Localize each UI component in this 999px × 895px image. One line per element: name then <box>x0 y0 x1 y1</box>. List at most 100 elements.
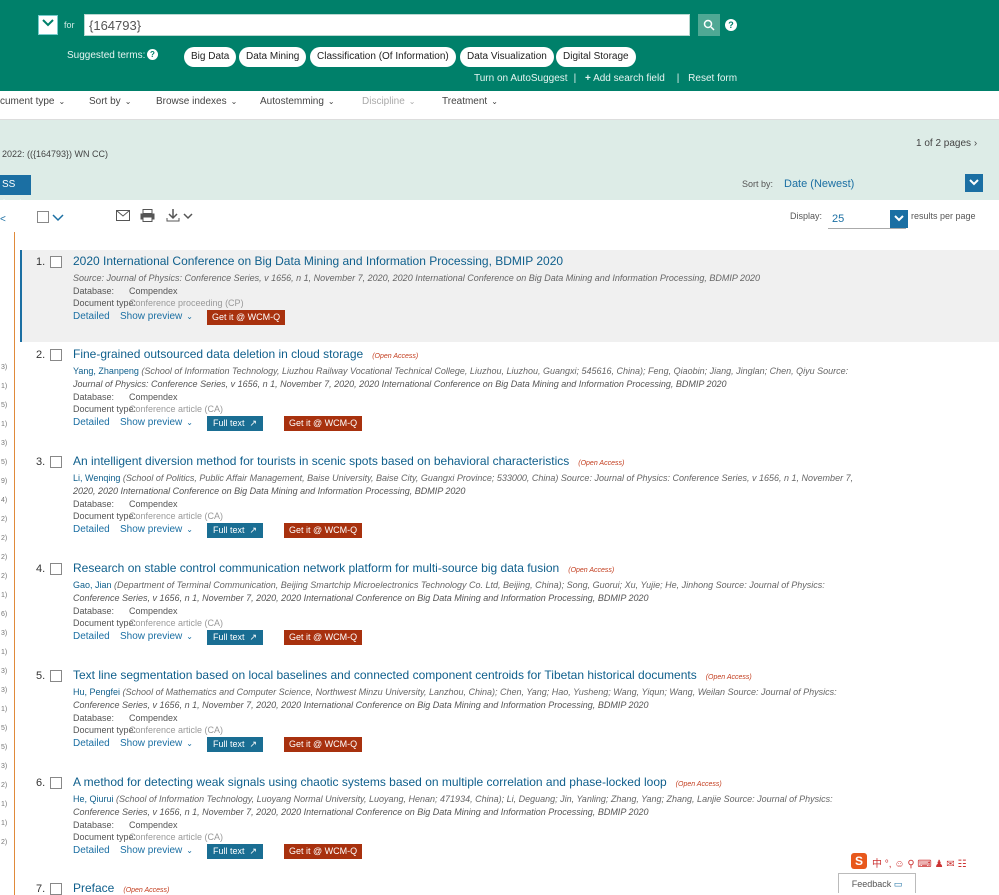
toolbar-dropdown[interactable]: Autostemming ⌄ <box>260 96 335 107</box>
get-it-button[interactable]: Get it @ WCM-Q <box>207 310 286 325</box>
toolbar-dropdown[interactable]: Treatment ⌄ <box>442 96 498 107</box>
sort-value[interactable]: Date (Newest) <box>784 178 854 190</box>
suggested-term-chip[interactable]: Classification (Of Information) <box>310 47 456 67</box>
help-icon[interactable]: ? <box>725 19 737 31</box>
result-first-author[interactable]: Gao, Jian <box>73 580 112 590</box>
full-text-button[interactable]: Full text ↗ <box>207 737 264 752</box>
detailed-link[interactable]: Detailed <box>73 738 110 749</box>
result-checkbox[interactable] <box>50 883 62 895</box>
search-button[interactable] <box>698 14 720 36</box>
result-checkbox[interactable] <box>50 349 62 361</box>
facet-count[interactable]: 6) <box>1 611 7 618</box>
facet-count[interactable]: 3) <box>1 440 7 447</box>
show-preview-link[interactable]: Show preview ⌄ <box>120 311 193 322</box>
suggested-term-chip[interactable]: Digital Storage <box>556 47 636 67</box>
result-checkbox[interactable] <box>50 456 62 468</box>
ime-logo-icon[interactable]: S <box>851 853 867 869</box>
facet-count[interactable]: 1) <box>1 421 7 428</box>
get-it-button[interactable]: Get it @ WCM-Q <box>284 844 363 859</box>
detailed-link[interactable]: Detailed <box>73 311 110 322</box>
facet-count[interactable]: 2) <box>1 573 7 580</box>
display-dropdown[interactable] <box>890 210 908 228</box>
result-title-link[interactable]: Research on stable control communication… <box>73 561 559 575</box>
facet-count[interactable]: 3) <box>1 687 7 694</box>
print-icon[interactable] <box>140 209 155 222</box>
facet-count[interactable]: 2) <box>1 554 7 561</box>
facet-count[interactable]: 1) <box>1 820 7 827</box>
autosuggest-link[interactable]: Turn on AutoSuggest <box>474 73 568 84</box>
facet-count[interactable]: 9) <box>1 478 7 485</box>
page-indicator[interactable]: 1 of 2 pages › <box>916 138 977 149</box>
get-it-button[interactable]: Get it @ WCM-Q <box>284 737 363 752</box>
suggested-term-chip[interactable]: Data Visualization <box>460 47 554 67</box>
result-checkbox[interactable] <box>50 670 62 682</box>
facet-count[interactable]: 3) <box>1 668 7 675</box>
facet-count[interactable]: 5) <box>1 402 7 409</box>
facet-count[interactable]: 5) <box>1 744 7 751</box>
result-first-author[interactable]: Yang, Zhanpeng <box>73 366 139 376</box>
feedback-button[interactable]: Feedback ▭ <box>838 873 916 893</box>
facet-count[interactable]: 2) <box>1 782 7 789</box>
result-first-author[interactable]: Li, Wenqing <box>73 473 120 483</box>
search-field-dropdown[interactable] <box>38 15 58 35</box>
detailed-link[interactable]: Detailed <box>73 417 110 428</box>
suggested-term-chip[interactable]: Data Mining <box>239 47 307 67</box>
facet-count[interactable]: 5) <box>1 459 7 466</box>
get-it-button[interactable]: Get it @ WCM-Q <box>284 630 363 645</box>
facet-count[interactable]: 1) <box>1 649 7 656</box>
reset-form-link[interactable]: Reset form <box>688 73 737 84</box>
chevron-down-icon[interactable] <box>183 213 193 220</box>
result-title-link[interactable]: Fine-grained outsourced data deletion in… <box>73 347 363 361</box>
suggested-term-chip[interactable]: Big Data <box>184 47 237 67</box>
result-first-author[interactable]: Hu, Pengfei <box>73 687 120 697</box>
facet-count[interactable]: 3) <box>1 364 7 371</box>
detailed-link[interactable]: Detailed <box>73 524 110 535</box>
rss-feed-button[interactable]: SS feed <box>0 175 31 210</box>
full-text-button[interactable]: Full text ↗ <box>207 416 264 431</box>
facet-count[interactable]: 1) <box>1 592 7 599</box>
email-icon[interactable] <box>116 210 130 221</box>
detailed-link[interactable]: Detailed <box>73 631 110 642</box>
result-first-author[interactable]: He, Qiurui <box>73 794 114 804</box>
result-title-link[interactable]: Preface <box>73 881 114 895</box>
get-it-button[interactable]: Get it @ WCM-Q <box>284 523 363 538</box>
search-input[interactable] <box>84 14 690 36</box>
select-all-checkbox[interactable] <box>37 211 49 223</box>
left-arrow-icon[interactable]: < <box>0 214 6 225</box>
add-search-field-link[interactable]: + Add search field <box>585 73 671 84</box>
facet-count[interactable]: 2) <box>1 535 7 542</box>
full-text-button[interactable]: Full text ↗ <box>207 523 264 538</box>
get-it-button[interactable]: Get it @ WCM-Q <box>284 416 363 431</box>
show-preview-link[interactable]: Show preview ⌄ <box>120 845 193 856</box>
chevron-down-icon[interactable] <box>52 214 64 222</box>
result-title-link[interactable]: An intelligent diversion method for tour… <box>73 454 569 468</box>
facet-count[interactable]: 5) <box>1 725 7 732</box>
result-title-link[interactable]: 2020 International Conference on Big Dat… <box>73 254 563 268</box>
facet-count[interactable]: 2) <box>1 839 7 846</box>
facet-count[interactable]: 3) <box>1 763 7 770</box>
result-title-link[interactable]: A method for detecting weak signals usin… <box>73 775 667 789</box>
result-checkbox[interactable] <box>50 563 62 575</box>
chevron-right-icon[interactable]: › <box>974 138 977 149</box>
toolbar-dropdown[interactable]: cument type ⌄ <box>0 96 65 107</box>
sort-dropdown[interactable] <box>965 174 983 192</box>
detailed-link[interactable]: Detailed <box>73 845 110 856</box>
toolbar-dropdown[interactable]: Sort by ⌄ <box>89 96 131 107</box>
show-preview-link[interactable]: Show preview ⌄ <box>120 738 193 749</box>
ime-toolbar[interactable]: 中 °, ☺ ⚲ ⌨ ♟ ✉ ☷ <box>872 855 967 870</box>
facet-count[interactable]: 4) <box>1 497 7 504</box>
facet-count[interactable]: 3) <box>1 630 7 637</box>
facet-count[interactable]: 1) <box>1 801 7 808</box>
result-title-link[interactable]: Text line segmentation based on local ba… <box>73 668 697 682</box>
full-text-button[interactable]: Full text ↗ <box>207 630 264 645</box>
facet-count[interactable]: 1) <box>1 383 7 390</box>
show-preview-link[interactable]: Show preview ⌄ <box>120 417 193 428</box>
download-icon[interactable] <box>166 209 180 222</box>
result-checkbox[interactable] <box>50 256 62 268</box>
facet-count[interactable]: 2) <box>1 516 7 523</box>
facet-count[interactable]: 1) <box>1 706 7 713</box>
toolbar-dropdown[interactable]: Browse indexes ⌄ <box>156 96 237 107</box>
show-preview-link[interactable]: Show preview ⌄ <box>120 631 193 642</box>
result-checkbox[interactable] <box>50 777 62 789</box>
show-preview-link[interactable]: Show preview ⌄ <box>120 524 193 535</box>
